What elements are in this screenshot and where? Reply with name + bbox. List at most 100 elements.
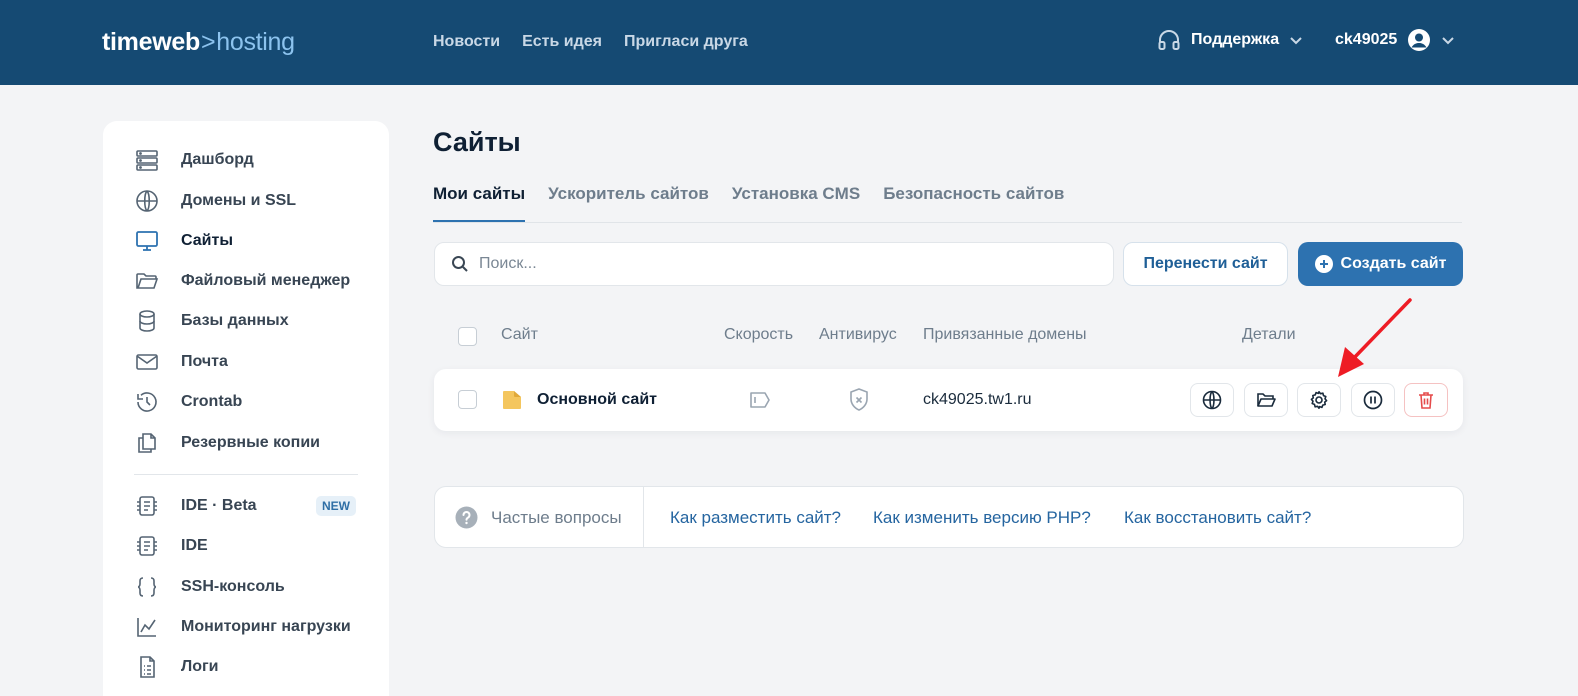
sidebar-item-label: Дашборд — [181, 151, 254, 168]
select-all-checkbox[interactable] — [458, 327, 477, 346]
transfer-site-button[interactable]: Перенести сайт — [1123, 242, 1288, 286]
sidebar-item-monitoring[interactable]: Мониторинг нагрузки — [133, 610, 363, 644]
column-header-domains: Привязанные домены — [923, 326, 1087, 343]
logo-brand: timeweb — [102, 28, 200, 56]
sidebar-item-databases[interactable]: Базы данных — [133, 304, 363, 338]
search-icon — [451, 255, 469, 273]
sidebar-item-sites[interactable]: Сайты — [133, 224, 363, 258]
ide-icon — [133, 492, 161, 520]
sidebar-item-label: Почта — [181, 353, 228, 370]
monitor-icon — [133, 227, 161, 255]
site-name[interactable]: Основной сайт — [537, 391, 657, 409]
sidebar-divider — [134, 474, 358, 475]
page-title: Сайты — [433, 127, 521, 157]
open-files-button[interactable] — [1244, 383, 1288, 417]
dashboard-icon — [133, 146, 161, 174]
column-header-antivirus: Антивирус — [819, 326, 897, 343]
globe-icon — [133, 187, 161, 215]
chevron-down-icon — [1289, 33, 1303, 47]
tab-site-security[interactable]: Безопасность сайтов — [883, 184, 1064, 222]
mail-icon — [133, 348, 161, 376]
username: ck49025 — [1335, 31, 1398, 48]
sidebar-item-label: Файловый менеджер — [181, 272, 351, 289]
faq-link-restore-site[interactable]: Как восстановить сайт? — [1124, 508, 1311, 528]
sidebar-item-file-manager[interactable]: Файловый менеджер — [133, 264, 363, 298]
log-icon — [133, 653, 161, 681]
antivirus-shield-icon — [848, 387, 870, 418]
row-checkbox[interactable] — [458, 390, 477, 409]
sidebar-item-ide[interactable]: IDE — [133, 529, 363, 563]
support-menu[interactable]: Поддержка — [1157, 28, 1303, 52]
delete-site-button[interactable] — [1404, 383, 1448, 417]
sidebar-item-logs[interactable]: Логи — [133, 650, 363, 684]
tab-site-accelerator[interactable]: Ускоритель сайтов — [548, 184, 709, 222]
site-domain[interactable]: ck49025.tw1.ru — [923, 391, 1032, 409]
sidebar-item-label: Crontab — [181, 393, 243, 410]
sidebar-item-crontab[interactable]: Crontab — [133, 385, 363, 419]
create-site-label: Создать сайт — [1340, 255, 1447, 272]
pause-site-button[interactable] — [1351, 383, 1395, 417]
folder-open-icon — [1256, 390, 1276, 410]
faq-divider — [643, 487, 644, 547]
sidebar-item-label: SSH-консоль — [181, 578, 285, 595]
faq-link-host-site[interactable]: Как разместить сайт? — [670, 508, 841, 528]
tab-my-sites[interactable]: Мои сайты — [433, 184, 526, 222]
ide-icon — [133, 532, 161, 560]
open-site-button[interactable] — [1190, 383, 1234, 417]
nav-idea-link[interactable]: Есть идея — [522, 33, 602, 51]
support-label: Поддержка — [1191, 31, 1280, 48]
table-row: Основной сайт ck49025.tw1.ru — [434, 369, 1463, 431]
column-header-site[interactable]: Сайт — [501, 326, 538, 344]
sidebar: Дашборд Домены и SSL Сайты Файловый мене… — [103, 121, 389, 696]
faq-link-php-version[interactable]: Как изменить версию PHP? — [873, 508, 1091, 528]
trash-icon — [1416, 390, 1436, 410]
site-folder-icon — [501, 389, 523, 416]
globe-icon — [1202, 390, 1222, 410]
tabs-divider — [433, 222, 1462, 223]
sidebar-item-label: Резервные копии — [181, 434, 320, 451]
sidebar-item-label: IDE · Beta — [181, 497, 257, 514]
plus-circle-icon — [1314, 255, 1333, 273]
top-header: timeweb>hosting Новости Есть идея Пригла… — [0, 0, 1578, 85]
column-header-speed: Скорость — [724, 326, 794, 343]
sidebar-item-label: Сайты — [181, 232, 233, 249]
sidebar-item-label: Логи — [181, 658, 219, 675]
sidebar-item-domains[interactable]: Домены и SSL — [133, 184, 363, 218]
create-site-button[interactable]: Создать сайт — [1298, 242, 1463, 286]
history-icon — [133, 388, 161, 416]
sidebar-item-dashboard[interactable]: Дашборд — [133, 143, 363, 177]
sidebar-item-label: Домены и SSL — [181, 192, 297, 209]
tabs: Мои сайты Ускоритель сайтов Установка CM… — [433, 184, 1064, 222]
chart-icon — [133, 613, 161, 641]
speed-icon — [748, 389, 772, 416]
sidebar-item-ssh-console[interactable]: SSH-консоль — [133, 570, 363, 604]
pause-circle-icon — [1363, 390, 1383, 410]
sidebar-item-label: IDE — [181, 537, 208, 554]
chevron-down-icon — [1441, 33, 1455, 47]
copy-icon — [133, 429, 161, 457]
gear-icon — [1309, 390, 1329, 410]
site-settings-button[interactable] — [1297, 383, 1341, 417]
top-nav: Новости Есть идея Пригласи друга — [433, 33, 748, 51]
braces-icon — [133, 573, 161, 601]
faq-label: Частые вопросы — [491, 508, 622, 527]
column-header-details: Детали — [1242, 326, 1296, 343]
search-input[interactable] — [479, 255, 1079, 273]
tab-cms-install[interactable]: Установка CMS — [732, 184, 860, 222]
new-badge: NEW — [316, 496, 356, 516]
logo-product: hosting — [216, 28, 295, 56]
user-menu[interactable]: ck49025 — [1335, 28, 1455, 52]
sidebar-item-label: Базы данных — [181, 312, 289, 329]
logo[interactable]: timeweb>hosting — [102, 28, 295, 57]
search-box — [434, 242, 1114, 286]
folder-icon — [133, 267, 161, 295]
nav-news-link[interactable]: Новости — [433, 33, 500, 51]
sidebar-item-mail[interactable]: Почта — [133, 345, 363, 379]
faq-bar: Частые вопросы Как разместить сайт? Как … — [434, 486, 1464, 548]
nav-invite-link[interactable]: Пригласи друга — [624, 33, 748, 51]
sidebar-item-backups[interactable]: Резервные копии — [133, 426, 363, 460]
user-avatar-icon — [1407, 28, 1431, 52]
question-icon — [455, 506, 478, 534]
logo-separator: > — [200, 28, 216, 56]
sidebar-item-label: Мониторинг нагрузки — [181, 618, 351, 635]
